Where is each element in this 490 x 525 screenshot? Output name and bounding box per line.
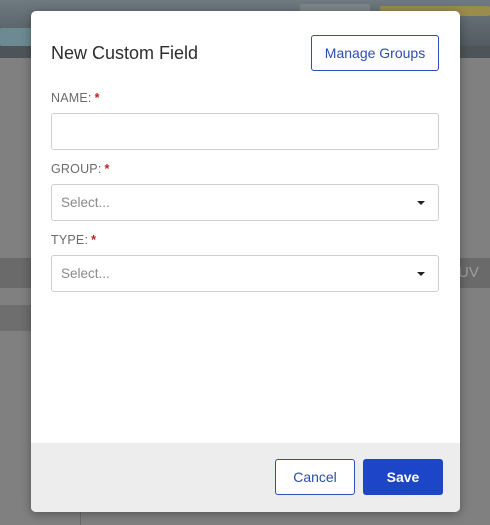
type-field-label: TYPE: * [51, 233, 96, 247]
modal-header: New Custom Field Manage Groups [31, 11, 460, 91]
type-label-text: TYPE: [51, 233, 89, 247]
group-select-placeholder: Select... [61, 195, 110, 210]
modal-footer: Cancel Save [31, 443, 460, 512]
required-asterisk: * [91, 233, 97, 247]
caret-down-icon [417, 201, 425, 205]
name-field-label: NAME: * [51, 91, 100, 105]
group-label-text: GROUP: [51, 162, 102, 176]
caret-down-icon [417, 272, 425, 276]
type-select-placeholder: Select... [61, 266, 110, 281]
modal-title: New Custom Field [51, 43, 199, 63]
type-select[interactable]: Select... [51, 255, 439, 292]
required-asterisk: * [104, 162, 110, 176]
name-input[interactable] [51, 113, 439, 150]
save-button[interactable]: Save [363, 459, 443, 495]
manage-groups-button[interactable]: Manage Groups [311, 35, 439, 71]
new-custom-field-modal: New Custom Field Manage Groups NAME: * GR… [31, 11, 460, 512]
background-section-text: UV [458, 264, 479, 281]
group-field-label: GROUP: * [51, 162, 110, 176]
group-select[interactable]: Select... [51, 184, 439, 221]
cancel-button[interactable]: Cancel [275, 459, 355, 495]
name-label-text: NAME: [51, 91, 92, 105]
required-asterisk: * [94, 91, 100, 105]
